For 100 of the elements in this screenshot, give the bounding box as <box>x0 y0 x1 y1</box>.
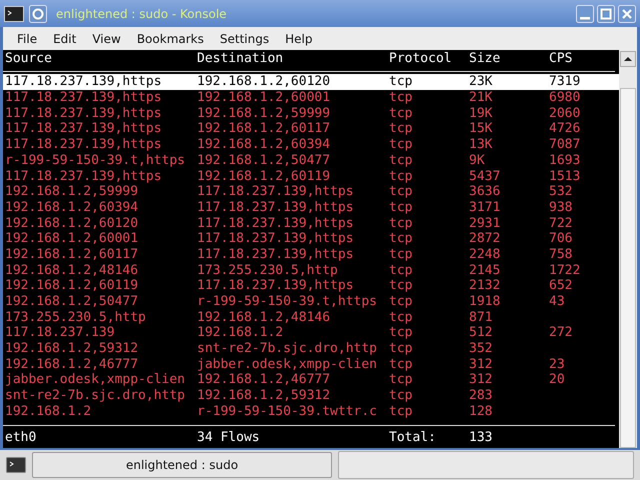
total-label: Total: <box>389 429 437 447</box>
table-cell-text: 512 <box>469 325 494 342</box>
menu-item[interactable]: Bookmarks <box>128 32 212 46</box>
taskbar-button[interactable] <box>338 451 634 479</box>
column-header: CPS <box>549 51 574 67</box>
table-cell-text: 192.168.1.2,60117 <box>197 121 332 138</box>
column-header: Source <box>5 51 53 67</box>
table-cell-text: 192.168.1.2,60119 <box>197 168 332 184</box>
scrollbar[interactable] <box>619 50 637 448</box>
table-row[interactable]: 117.18.237.139 192.168.1.2 tcp 512 272 <box>3 325 619 342</box>
table-row[interactable]: 192.168.1.2,46777 jabber.odesk,xmpp-clien tcp 312 23 <box>3 356 619 372</box>
table-cell-text: 283 <box>469 388 494 404</box>
table-cell-text: 192.168.1.2,50477 <box>197 152 332 168</box>
table-cell-text: 7319 <box>549 74 582 90</box>
table-cell-text: 5437 <box>469 168 502 184</box>
table-cell-text: 6980 <box>549 90 582 106</box>
table-row[interactable]: 117.18.237.139,https 192.168.1.2,60394 tcp 13K 7087 <box>3 137 619 153</box>
table-row[interactable]: 192.168.1.2,50477 r-199-59-150-39.t,https tcp 1918 43 <box>3 294 619 310</box>
table-row[interactable]: 192.168.1.2,60119 117.18.237.139,https tcp 2132 652 <box>3 278 619 294</box>
table-cell-text: tcp <box>389 184 414 200</box>
table-cell-text: tcp <box>389 74 414 90</box>
table-cell-text: 117.18.237.139,https <box>5 74 163 90</box>
table-cell-text: 938 <box>549 200 574 216</box>
column-header: Size <box>469 51 502 67</box>
table-cell-text: 23 <box>549 356 566 372</box>
table-row[interactable]: 117.18.237.139,https 192.168.1.2,60117 tcp 15K 4726 <box>3 121 619 138</box>
table-cell-text: snt-re2-7b.sjc.dro,http <box>5 388 186 404</box>
table-cell-text: tcp <box>389 231 414 247</box>
table-cell-text: 192.168.1.2,60120 <box>5 216 140 232</box>
table-cell-text: 192.168.1.2 <box>197 325 284 342</box>
table-cell-text: 9K <box>469 152 486 168</box>
table-row[interactable]: 117.18.237.139,https 192.168.1.2,60120 tcp 23K 7319 <box>3 74 619 90</box>
table-cell-text: 117.18.237.139,https <box>5 121 163 138</box>
menu-item[interactable]: View <box>84 32 129 46</box>
table-row[interactable]: 192.168.1.2,60394 117.18.237.139,https tcp 3171 938 <box>3 200 619 216</box>
table-cell-text: 2931 <box>469 216 502 232</box>
table-row[interactable]: snt-re2-7b.sjc.dro,http 192.168.1.2,59312 tcp 283 <box>3 388 619 404</box>
table-cell-text: 706 <box>549 231 574 247</box>
table-cell-text: 192.168.1.2,48146 <box>197 310 332 326</box>
table-row[interactable]: 192.168.1.2,60120 117.18.237.139,https tcp 2931 722 <box>3 216 619 232</box>
table-cell-text: tcp <box>389 262 414 278</box>
table-cell-text: tcp <box>389 341 414 357</box>
menu-item[interactable]: Settings <box>212 32 278 46</box>
close-icon[interactable] <box>618 4 636 22</box>
table-cell-text: tcp <box>389 121 414 138</box>
table-cell-text: 117.18.237.139,https <box>197 231 355 247</box>
table-row[interactable]: 117.18.237.139,https 192.168.1.2,59999 tcp 19K 2060 <box>3 106 619 122</box>
table-cell-text: r-199-59-150-39.t,https <box>5 152 186 168</box>
taskbar-button[interactable]: enlightened : sudo <box>32 452 332 478</box>
table-cell-text: tcp <box>389 200 414 216</box>
table-row[interactable]: 192.168.1.2 r-199-59-150-39.twttr.c tcp 128 <box>3 404 619 420</box>
table-row[interactable]: jabber.odesk,xmpp-clien 192.168.1.2,46777 tcp 312 20 <box>3 372 619 388</box>
table-cell-text: 117.18.237.139,https <box>5 168 163 184</box>
table-cell-text: 117.18.237.139,https <box>197 246 355 263</box>
table-cell-text: 2145 <box>469 262 502 278</box>
table-row[interactable]: 192.168.1.2,60001 117.18.237.139,https tcp 2872 706 <box>3 231 619 247</box>
table-cell-text: 192.168.1.2,60119 <box>5 278 140 294</box>
table-cell-text: 117.18.237.139,https <box>197 200 355 216</box>
table-cell-text: 21K <box>469 90 494 106</box>
table-row[interactable]: 173.255.230.5,http 192.168.1.2,48146 tcp 871 <box>3 310 619 326</box>
scroll-handle[interactable] <box>620 88 636 448</box>
scroll-up-icon[interactable] <box>620 51 636 67</box>
table-cell-text: 192.168.1.2,59312 <box>5 341 140 357</box>
table-cell-text: tcp <box>389 246 414 263</box>
menu-item[interactable]: File <box>9 32 46 46</box>
interface-name: eth0 <box>5 429 38 447</box>
table-cell-text: 117.18.237.139,https <box>5 90 163 106</box>
menu-item[interactable]: Edit <box>45 32 84 46</box>
table-cell-text: 20 <box>549 372 566 388</box>
table-cell-text: jabber.odesk,xmpp-clien <box>197 356 378 372</box>
table-cell-text: 192.168.1.2,60117 <box>5 246 140 263</box>
menu-item[interactable]: Help <box>277 32 320 46</box>
table-row[interactable]: 192.168.1.2,59312 snt-re2-7b.sjc.dro,http tcp 352 <box>3 341 619 357</box>
table-cell-text: 2248 <box>469 246 502 263</box>
table-row[interactable]: 117.18.237.139,https 192.168.1.2,60001 tcp 21K 6980 <box>3 90 619 106</box>
maximize-icon[interactable] <box>597 4 615 22</box>
table-cell-text: 128 <box>469 404 494 420</box>
table-cell-text: 192.168.1.2 <box>5 404 92 420</box>
table-cell-text: 117.18.237.139,https <box>197 184 355 200</box>
table-cell-text: 192.168.1.2,48146 <box>5 262 140 278</box>
table-cell-text: 1918 <box>469 294 502 310</box>
terminal-icon[interactable] <box>6 457 26 473</box>
table-row[interactable]: 192.168.1.2,60117 117.18.237.139,https tcp 2248 758 <box>3 246 619 263</box>
table-row[interactable]: 192.168.1.2,59999 117.18.237.139,https tcp 3636 532 <box>3 184 619 200</box>
table-row[interactable]: 117.18.237.139,https 192.168.1.2,60119 tcp 5437 1513 <box>3 168 619 184</box>
total-value: 133 <box>469 429 494 447</box>
table-cell-text: 15K <box>469 121 494 138</box>
table-row[interactable]: r-199-59-150-39.t,https 192.168.1.2,50477 tcp 9K 1693 <box>3 152 619 168</box>
terminal-icon[interactable] <box>4 4 24 22</box>
table-cell-text: 192.168.1.2,60394 <box>197 137 332 153</box>
table-row[interactable]: 192.168.1.2,48146 173.255.230.5,http tcp 2145 1722 <box>3 262 619 278</box>
table-cell-text: tcp <box>389 404 414 420</box>
table-cell-text: 192.168.1.2,60001 <box>5 231 140 247</box>
table-cell-text: 352 <box>469 341 494 357</box>
table-cell-text: tcp <box>389 372 414 388</box>
table-cell-text: tcp <box>389 152 414 168</box>
column-header: Destination <box>197 51 284 67</box>
minimize-icon[interactable] <box>576 4 594 22</box>
table-cell-text: 4726 <box>549 121 582 138</box>
table-cell-text: tcp <box>389 137 414 153</box>
